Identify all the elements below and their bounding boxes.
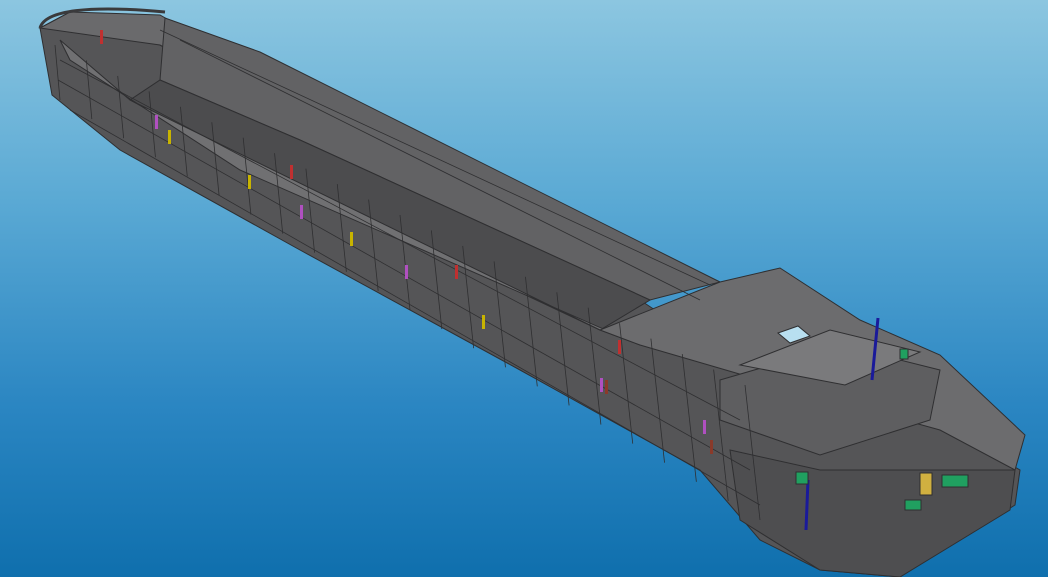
equipment-marker xyxy=(300,205,303,219)
equipment-marker xyxy=(455,265,458,279)
wheelhouse-equipment-green xyxy=(899,348,909,360)
strake-line xyxy=(59,59,741,421)
equipment-marker xyxy=(248,175,251,189)
stern-equipment-green-2 xyxy=(904,499,922,511)
equipment-marker xyxy=(155,115,158,129)
equipment-marker xyxy=(710,440,713,454)
deck-equipment-green xyxy=(795,471,809,485)
equipment-marker xyxy=(405,265,408,279)
exhaust-pipe xyxy=(804,479,810,531)
equipment-marker xyxy=(482,315,485,329)
equipment-marker xyxy=(350,232,353,246)
stern-equipment-yellow xyxy=(919,472,933,496)
equipment-marker xyxy=(618,340,621,354)
equipment-marker xyxy=(100,30,103,44)
equipment-marker xyxy=(600,378,603,392)
stern-equipment-green xyxy=(941,474,969,488)
equipment-marker xyxy=(168,130,171,144)
equipment-marker xyxy=(605,380,608,394)
equipment-marker xyxy=(290,165,293,179)
ship-hull-model[interactable] xyxy=(0,0,1048,577)
equipment-marker xyxy=(703,420,706,434)
3d-viewport[interactable] xyxy=(0,0,1048,577)
